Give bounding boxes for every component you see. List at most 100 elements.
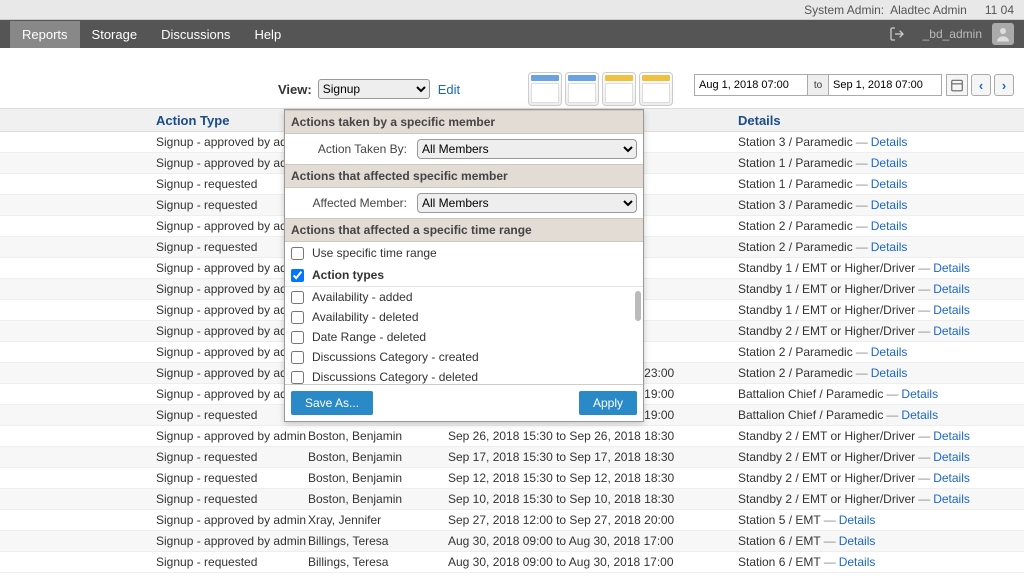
affected-label: Affected Member: bbox=[291, 196, 417, 210]
details-link[interactable]: Details bbox=[871, 177, 908, 191]
table-row: Signup - requestedBillings, TeresaAug 30… bbox=[0, 552, 1024, 573]
details-link[interactable]: Details bbox=[933, 492, 970, 506]
cell-member: Boston, Benjamin bbox=[308, 492, 448, 506]
details-link[interactable]: Details bbox=[933, 324, 970, 338]
affected-select[interactable]: All Members bbox=[417, 193, 637, 213]
tab-storage[interactable]: Storage bbox=[80, 21, 150, 48]
details-link[interactable]: Details bbox=[871, 240, 908, 254]
cal-view-2[interactable] bbox=[565, 72, 599, 106]
action-type-item[interactable]: Discussions Category - created bbox=[285, 347, 643, 367]
cell-action: Signup - requested bbox=[0, 198, 308, 212]
calendar-icon[interactable] bbox=[946, 74, 968, 96]
cell-details: Standby 2 / EMT or Higher/Driver—Details bbox=[738, 429, 1024, 443]
details-link[interactable]: Details bbox=[933, 261, 970, 275]
date-to-input[interactable] bbox=[828, 74, 942, 96]
cell-member: Boston, Benjamin bbox=[308, 429, 448, 443]
action-type-item[interactable]: Availability - deleted bbox=[285, 307, 643, 327]
cell-member: Billings, Teresa bbox=[308, 534, 448, 548]
current-user[interactable]: _bd_admin bbox=[923, 27, 982, 41]
cell-action: Signup - approved by admin bbox=[0, 156, 308, 170]
details-link[interactable]: Details bbox=[933, 303, 970, 317]
sysadmin-label: System Admin: bbox=[804, 3, 884, 17]
cell-details: Station 1 / Paramedic—Details bbox=[738, 177, 1024, 191]
cell-action: Signup - requested bbox=[0, 450, 308, 464]
date-prev[interactable]: ‹ bbox=[971, 74, 991, 96]
cell-action: Signup - approved by admin bbox=[0, 513, 308, 527]
details-link[interactable]: Details bbox=[933, 282, 970, 296]
cell-daterange: Sep 10, 2018 15:30 to Sep 10, 2018 18:30 bbox=[448, 492, 738, 506]
details-link[interactable]: Details bbox=[871, 219, 908, 233]
details-link[interactable]: Details bbox=[933, 471, 970, 485]
action-type-checkbox[interactable] bbox=[291, 311, 304, 324]
action-type-checkbox[interactable] bbox=[291, 331, 304, 344]
tab-help[interactable]: Help bbox=[242, 21, 293, 48]
action-type-text: Availability - deleted bbox=[312, 310, 419, 324]
action-type-item[interactable]: Availability - added bbox=[285, 287, 643, 307]
date-from-input[interactable] bbox=[694, 74, 808, 96]
cell-action: Signup - approved by admin bbox=[0, 387, 308, 401]
action-type-checkbox[interactable] bbox=[291, 371, 304, 384]
details-link[interactable]: Details bbox=[871, 135, 908, 149]
details-link[interactable]: Details bbox=[871, 198, 908, 212]
table-row: Signup - requestedBoston, BenjaminSep 12… bbox=[0, 468, 1024, 489]
action-types-label: Action types bbox=[312, 268, 384, 282]
use-range-checkbox[interactable] bbox=[291, 247, 304, 260]
details-link[interactable]: Details bbox=[839, 513, 876, 527]
cell-action: Signup - approved by admin bbox=[0, 324, 308, 338]
action-type-checkbox[interactable] bbox=[291, 291, 304, 304]
cell-details: Station 6 / EMT—Details bbox=[738, 534, 1024, 548]
action-types-checkbox[interactable] bbox=[291, 269, 304, 282]
details-link[interactable]: Details bbox=[871, 345, 908, 359]
cell-details: Station 3 / Paramedic—Details bbox=[738, 135, 1024, 149]
cell-details: Standby 2 / EMT or Higher/Driver—Details bbox=[738, 324, 1024, 338]
cell-action: Signup - approved by admin bbox=[0, 429, 308, 443]
cal-view-4[interactable] bbox=[639, 72, 673, 106]
details-link[interactable]: Details bbox=[933, 450, 970, 464]
action-type-list[interactable]: Availability - added Availability - delet… bbox=[285, 286, 643, 384]
details-link[interactable]: Details bbox=[871, 366, 908, 380]
cell-details: Station 2 / Paramedic—Details bbox=[738, 345, 1024, 359]
cell-action: Signup - requested bbox=[0, 492, 308, 506]
cell-details: Station 2 / Paramedic—Details bbox=[738, 240, 1024, 254]
details-link[interactable]: Details bbox=[933, 429, 970, 443]
details-link[interactable]: Details bbox=[871, 156, 908, 170]
table-row: Signup - requestedBoston, BenjaminSep 17… bbox=[0, 447, 1024, 468]
action-type-item[interactable]: Discussions Category - deleted bbox=[285, 367, 643, 384]
cal-view-3[interactable] bbox=[602, 72, 636, 106]
cell-daterange: Sep 12, 2018 15:30 to Sep 12, 2018 18:30 bbox=[448, 471, 738, 485]
cell-daterange: Aug 30, 2018 09:00 to Aug 30, 2018 17:00 bbox=[448, 555, 738, 569]
action-type-text: Discussions Category - deleted bbox=[312, 370, 478, 384]
apply-button[interactable]: Apply bbox=[579, 391, 637, 415]
cell-action: Signup - approved by admin bbox=[0, 282, 308, 296]
cell-details: Station 1 / Paramedic—Details bbox=[738, 156, 1024, 170]
details-link[interactable]: Details bbox=[901, 408, 938, 422]
view-select[interactable]: Signup bbox=[318, 79, 430, 99]
logout-icon[interactable] bbox=[887, 24, 907, 44]
scrollbar-thumb[interactable] bbox=[635, 291, 641, 321]
details-link[interactable]: Details bbox=[901, 387, 938, 401]
col-action-type[interactable]: Action Type bbox=[0, 113, 308, 128]
tab-reports[interactable]: Reports bbox=[10, 21, 80, 48]
cell-action: Signup - requested bbox=[0, 177, 308, 191]
details-link[interactable]: Details bbox=[839, 534, 876, 548]
cell-action: Signup - approved by admin bbox=[0, 261, 308, 275]
cell-member: Boston, Benjamin bbox=[308, 450, 448, 464]
cell-action: Signup - approved by admin bbox=[0, 366, 308, 380]
cell-details: Station 5 / EMT—Details bbox=[738, 513, 1024, 527]
sysadmin-value: Aladtec Admin bbox=[890, 3, 967, 17]
tab-discussions[interactable]: Discussions bbox=[149, 21, 242, 48]
cal-view-1[interactable] bbox=[528, 72, 562, 106]
taken-by-select[interactable]: All Members bbox=[417, 139, 637, 159]
details-link[interactable]: Details bbox=[839, 555, 876, 569]
date-next[interactable]: › bbox=[994, 74, 1014, 96]
cell-details: Standby 2 / EMT or Higher/Driver—Details bbox=[738, 471, 1024, 485]
cell-action: Signup - approved by admin bbox=[0, 219, 308, 233]
save-as-button[interactable]: Save As... bbox=[291, 391, 373, 415]
col-details[interactable]: Details bbox=[738, 113, 1024, 128]
action-type-checkbox[interactable] bbox=[291, 351, 304, 364]
action-type-item[interactable]: Date Range - deleted bbox=[285, 327, 643, 347]
edit-link[interactable]: Edit bbox=[438, 82, 460, 97]
taken-by-label: Action Taken By: bbox=[291, 142, 417, 156]
action-type-text: Availability - added bbox=[312, 290, 413, 304]
avatar-icon[interactable] bbox=[992, 23, 1014, 45]
